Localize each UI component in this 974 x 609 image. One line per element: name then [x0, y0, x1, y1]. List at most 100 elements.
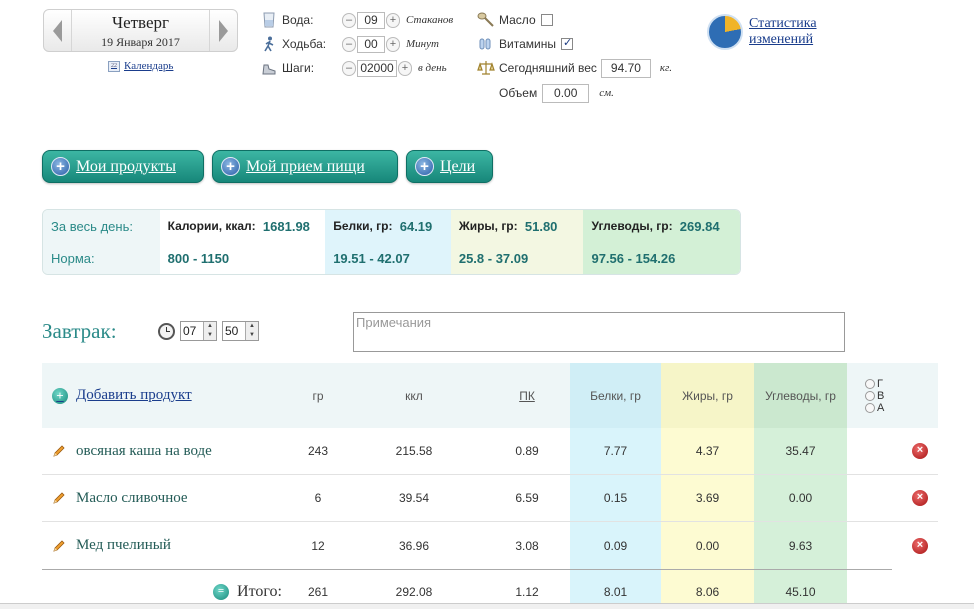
plus-icon: +	[415, 157, 434, 176]
summary-fat: Жиры, гр: 51.80 25.8 - 37.09	[450, 210, 584, 274]
column-header-carbs: Углеводы, гр	[754, 363, 847, 428]
notes-field[interactable]: Примечания	[353, 312, 845, 352]
vitamins-label: Витамины	[499, 37, 556, 51]
product-name-cell: Масло сливочное	[42, 475, 292, 521]
hour-value[interactable]: 07	[181, 324, 203, 338]
radio-option-v[interactable]: В	[865, 390, 884, 402]
prev-day-button[interactable]	[44, 10, 72, 51]
next-day-button[interactable]	[209, 10, 237, 51]
statistics-link[interactable]: Статистика изменений	[707, 14, 817, 50]
minute-spin-buttons[interactable]: ▲ ▼	[245, 322, 258, 340]
steps-unit: в день	[418, 62, 447, 74]
column-header-protein: Белки, гр	[570, 363, 661, 428]
steps-input[interactable]	[357, 59, 397, 77]
steps-plus-button[interactable]: +	[398, 60, 412, 76]
column-header-pk[interactable]: ПК	[484, 363, 570, 428]
walking-minus-button[interactable]: –	[342, 36, 356, 52]
minute-spinner[interactable]: 50 ▲ ▼	[222, 321, 259, 341]
summary-fat-cell: Жиры, гр: 51.80	[451, 210, 584, 242]
calendar-link-label[interactable]: Календарь	[124, 60, 173, 72]
product-carbs: 0.00	[754, 475, 847, 521]
product-carbs: 35.47	[754, 428, 847, 474]
water-unit: Стаканов	[406, 14, 454, 26]
steps-minus-button[interactable]: –	[342, 60, 356, 76]
summary-day-label: За весь день:	[51, 218, 133, 234]
weight-unit: кг.	[659, 62, 672, 74]
steps-tracker: Шаги: – + в день	[262, 58, 447, 78]
my-meal-button[interactable]: + Мой прием пищи	[212, 150, 398, 183]
empty-cell	[847, 522, 902, 569]
radio-button[interactable]	[865, 378, 875, 389]
carbs-label: Углеводы, гр:	[591, 219, 673, 233]
volume-unit: см.	[599, 87, 614, 99]
add-product-label[interactable]: Добавить продукт	[76, 387, 192, 404]
walking-person-icon	[264, 36, 274, 52]
date-text: 19 Января 2017	[101, 35, 180, 49]
product-name[interactable]: овсяная каша на воде	[76, 443, 212, 460]
date-selector: Четверг 19 Января 2017	[43, 9, 238, 52]
radio-option-g[interactable]: Г	[865, 378, 883, 390]
spin-up-icon[interactable]: ▲	[204, 322, 216, 331]
product-gr: 12	[311, 538, 325, 553]
delete-icon[interactable]: ×	[912, 443, 928, 459]
plus-icon: +	[51, 157, 70, 176]
walking-label: Ходьба:	[282, 37, 327, 51]
product-fat: 3.69	[661, 475, 754, 521]
spin-down-icon[interactable]: ▼	[204, 331, 216, 340]
calendar-link[interactable]: 22 Календарь	[108, 60, 173, 72]
walking-plus-button[interactable]: +	[386, 36, 400, 52]
spin-up-icon[interactable]: ▲	[246, 322, 258, 331]
add-product-link[interactable]: + Добавить продукт	[52, 387, 192, 404]
hour-spin-buttons[interactable]: ▲ ▼	[203, 322, 216, 340]
water-input[interactable]	[357, 11, 385, 29]
radio-button[interactable]	[865, 402, 875, 413]
vitamins-checkbox[interactable]	[560, 36, 573, 50]
walking-input[interactable]	[357, 35, 385, 53]
spin-down-icon[interactable]: ▼	[246, 331, 258, 340]
delete-icon[interactable]: ×	[912, 490, 928, 506]
delete-icon[interactable]: ×	[912, 537, 928, 554]
radio-group: Г В А	[847, 363, 902, 428]
pills-icon	[479, 38, 491, 50]
goals-label: Цели	[440, 157, 476, 175]
water-minus-button[interactable]: –	[342, 12, 356, 28]
column-header-fat: Жиры, гр	[661, 363, 754, 428]
my-products-button[interactable]: + Мои продукты	[42, 150, 204, 183]
oil-label: Масло	[499, 13, 536, 27]
minute-value[interactable]: 50	[223, 324, 245, 338]
oil-checkbox[interactable]	[540, 14, 553, 26]
volume-row: Объем см.	[499, 83, 614, 103]
weight-input[interactable]	[600, 58, 651, 78]
product-pk: 3.08	[515, 538, 539, 553]
total-label: Итого:	[237, 583, 282, 600]
radio-label: А	[877, 401, 885, 414]
summary-norm-label: Норма:	[51, 250, 95, 266]
summary-carbs-cell: Углеводы, гр: 269.84	[583, 210, 740, 242]
statistics-link-label[interactable]: Статистика изменений	[749, 16, 817, 48]
product-gr: 6	[314, 491, 322, 505]
radio-option-a[interactable]: А	[865, 402, 884, 414]
pencil-icon[interactable]	[52, 539, 66, 553]
statistics-link-line1[interactable]: Статистика	[749, 16, 817, 32]
shoe-icon	[262, 64, 276, 75]
scales-icon	[477, 61, 495, 75]
fat-norm: 25.8 - 37.09	[458, 250, 529, 266]
goals-button[interactable]: + Цели	[406, 150, 493, 183]
pencil-icon[interactable]	[52, 491, 66, 505]
pencil-icon[interactable]	[52, 444, 66, 458]
water-stepper: – +	[342, 11, 400, 29]
product-name[interactable]: Мед пчелиный	[76, 537, 171, 554]
volume-input[interactable]	[542, 83, 590, 103]
hour-spinner[interactable]: 07 ▲ ▼	[180, 321, 217, 341]
spoon-icon	[477, 12, 494, 27]
chevron-left-icon	[53, 19, 62, 42]
product-protein: 0.15	[570, 475, 661, 521]
product-fat: 0.00	[661, 522, 754, 569]
product-name[interactable]: Масло сливочное	[76, 490, 188, 507]
walking-unit: Минут	[406, 38, 439, 50]
total-divider	[42, 569, 892, 570]
add-product-cell: + Добавить продукт	[42, 363, 292, 428]
statistics-link-line2[interactable]: изменений	[749, 32, 817, 48]
water-plus-button[interactable]: +	[386, 12, 400, 28]
radio-button[interactable]	[865, 390, 875, 401]
